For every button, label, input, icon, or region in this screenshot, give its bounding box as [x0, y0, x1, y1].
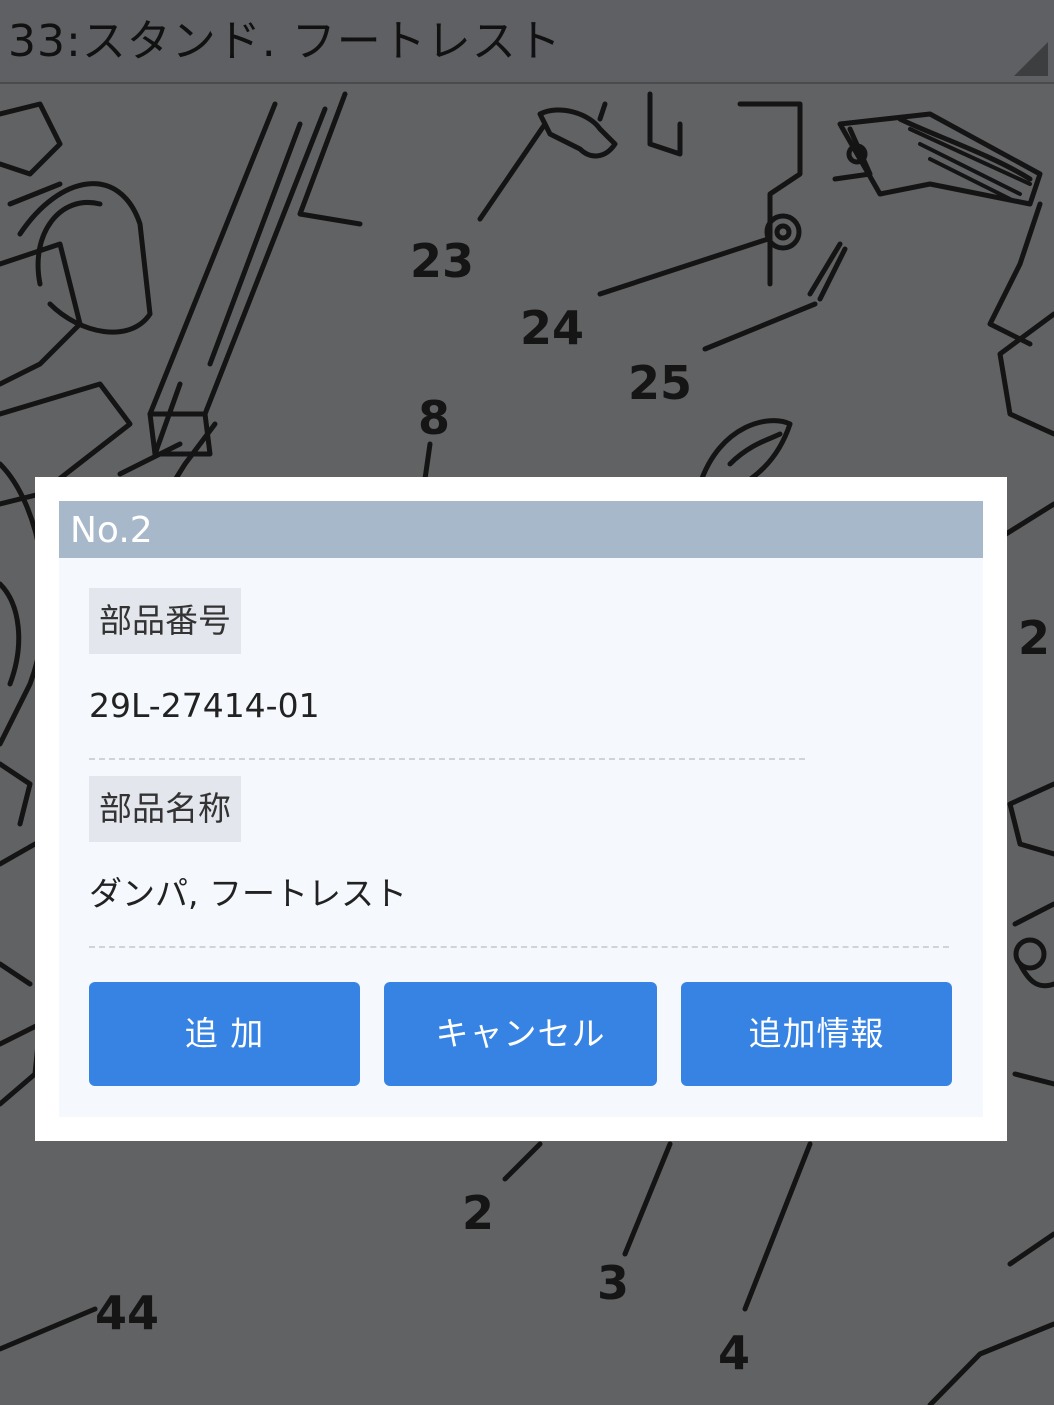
add-button[interactable]: 追 加: [89, 982, 360, 1086]
part-number-value: 29L-27414-01: [89, 686, 320, 725]
window-title-bar: 33:スタンド. フートレスト: [0, 0, 1054, 84]
diagram-label-25: 25: [628, 356, 692, 410]
divider: [89, 758, 805, 760]
cancel-button[interactable]: キャンセル: [384, 982, 657, 1086]
diagram-label-24: 24: [520, 301, 584, 355]
resize-handle-icon[interactable]: [1014, 42, 1048, 76]
divider: [89, 946, 949, 948]
page-title: 33:スタンド. フートレスト: [8, 16, 562, 67]
diagram-label-2: 2: [462, 1186, 494, 1240]
diagram-label-23: 23: [410, 234, 474, 288]
dialog-body: No.2 部品番号 29L-27414-01 部品名称 ダンパ, フートレスト …: [59, 501, 983, 1117]
dialog-title-bar: No.2: [59, 501, 983, 558]
part-name-label: 部品名称: [89, 776, 241, 842]
part-detail-dialog: No.2 部品番号 29L-27414-01 部品名称 ダンパ, フートレスト …: [35, 477, 1007, 1141]
dialog-title: No.2: [70, 510, 153, 551]
diagram-label-3: 3: [597, 1256, 629, 1310]
diagram-label-2-right: 2: [1018, 611, 1050, 665]
diagram-label-4: 4: [718, 1326, 750, 1380]
more-info-button[interactable]: 追加情報: [681, 982, 952, 1086]
part-name-value: ダンパ, フートレスト: [89, 874, 407, 913]
diagram-label-8: 8: [418, 391, 450, 445]
part-number-label: 部品番号: [89, 588, 241, 654]
diagram-label-44: 44: [95, 1286, 159, 1340]
